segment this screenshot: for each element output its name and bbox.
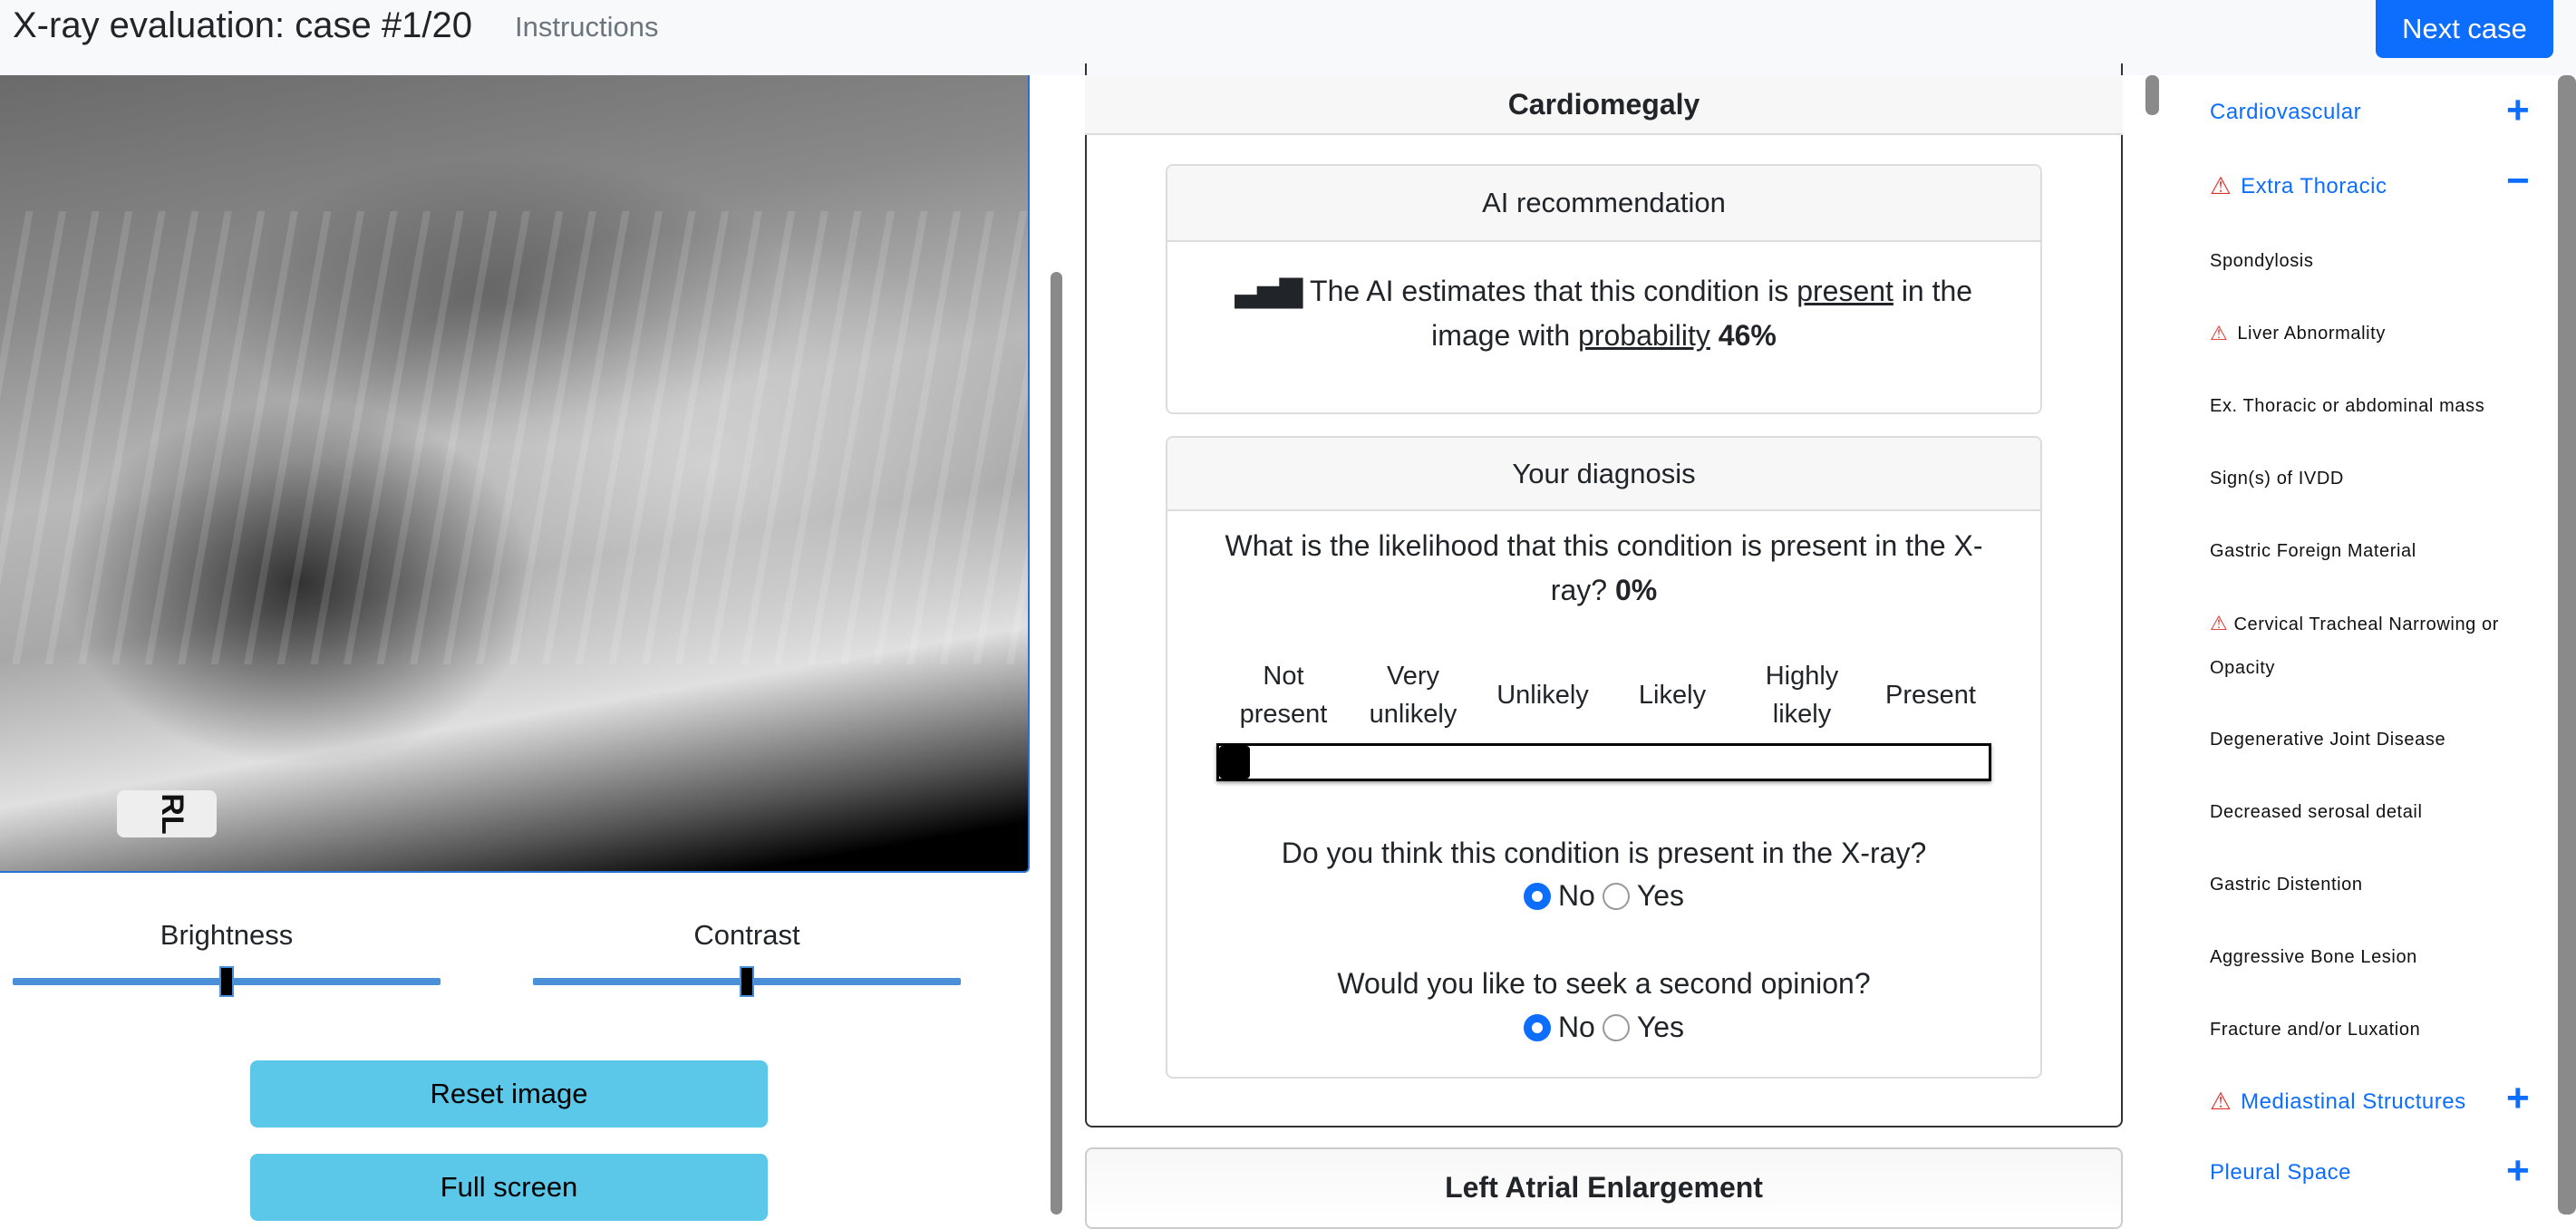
ai-recommendation-text: ▃▅▇ The AI estimates that this condition… [1235, 275, 1973, 352]
brightness-label: Brightness [160, 919, 294, 951]
xray-image[interactable]: RL [0, 75, 1030, 873]
category-pleural-space[interactable]: Pleural Space [2210, 1160, 2351, 1185]
scale-label: Very unlikely [1369, 662, 1457, 729]
warning-icon: ⚠ [2210, 1088, 2232, 1115]
sidebar-item[interactable]: Degenerative Joint Disease [2210, 718, 2445, 761]
contrast-slider[interactable] [533, 966, 961, 997]
likelihood-slider[interactable] [1216, 743, 1991, 781]
ai-probability: 46% [1718, 319, 1777, 352]
second-opinion-yes-radio[interactable] [1602, 1013, 1630, 1041]
warning-icon: ⚠ [2210, 612, 2229, 634]
sidebar-item[interactable]: Fracture and/or Luxation [2210, 1008, 2420, 1051]
ai-recommendation-header: AI recommendation [1167, 166, 2040, 242]
present-no-label[interactable]: No [1558, 879, 1595, 913]
expand-plus-icon[interactable]: + [2506, 1151, 2530, 1191]
probability-term[interactable]: probability [1578, 319, 1710, 352]
present-question: Do you think this condition is present i… [1281, 837, 1927, 869]
sidebar-item[interactable]: Spondylosis [2210, 239, 2313, 283]
sidebar-item[interactable]: Gastric Foreign Material [2210, 529, 2416, 573]
page-title: X-ray evaluation: case #1/20 [13, 5, 472, 45]
contrast-label: Contrast [693, 919, 800, 951]
scale-label: Not present [1239, 662, 1328, 729]
sidebar-item[interactable]: ⚠ Liver Abnormality [2210, 312, 2386, 355]
brightness-slider[interactable] [13, 966, 441, 997]
left-panel-scrollbar[interactable] [1051, 272, 1062, 1214]
xray-texture [0, 211, 1028, 664]
second-opinion-no-label[interactable]: No [1558, 1011, 1595, 1044]
category-label[interactable]: Cardiovascular [2210, 100, 2361, 125]
category-cardiovascular[interactable]: Cardiovascular [2210, 100, 2361, 125]
second-opinion-yes-label[interactable]: Yes [1637, 1011, 1684, 1044]
next-condition-title: Left Atrial Enlargement [1445, 1171, 1763, 1204]
condition-title: Cardiomegaly [1085, 75, 2123, 135]
scale-label: Highly likely [1765, 662, 1839, 729]
sidebar-item[interactable]: ⚠ Cervical Tracheal Narrowing or Opacity [2210, 602, 2518, 690]
sidebar-item[interactable]: Gastric Distention [2210, 863, 2363, 906]
scale-label: Unlikely [1496, 681, 1589, 710]
likelihood-value: 0% [1614, 574, 1658, 606]
scale-label: Present [1885, 681, 1976, 710]
likelihood-slider-handle[interactable] [1219, 746, 1250, 779]
chart-icon: ▃▅▇ [1235, 275, 1303, 307]
brightness-slider-thumb[interactable] [219, 966, 234, 997]
collapse-minus-icon[interactable]: − [2506, 161, 2530, 201]
present-term[interactable]: present [1796, 275, 1893, 307]
likelihood-question: What is the likelihood that this conditi… [1225, 529, 1983, 606]
present-yes-label[interactable]: Yes [1637, 879, 1684, 913]
present-no-radio[interactable] [1523, 882, 1551, 910]
expand-plus-icon[interactable]: + [2506, 91, 2530, 131]
sidebar-item[interactable]: Aggressive Bone Lesion [2210, 935, 2417, 979]
category-mediastinal-structures[interactable]: ⚠ Mediastinal Structures [2210, 1088, 2466, 1116]
scale-label: Likely [1638, 681, 1707, 710]
category-label[interactable]: Mediastinal Structures [2241, 1089, 2465, 1115]
category-label[interactable]: Pleural Space [2210, 1160, 2351, 1185]
sidebar-item[interactable]: Sign(s) of IVDD [2210, 457, 2344, 500]
expand-plus-icon[interactable]: + [2506, 1079, 2530, 1118]
contrast-slider-thumb[interactable] [740, 966, 754, 997]
next-case-button[interactable]: Next case [2376, 0, 2553, 58]
sidebar-item[interactable]: Ex. Thoracic or abdominal mass [2210, 384, 2484, 428]
next-condition-card[interactable]: Left Atrial Enlargement [1085, 1147, 2123, 1229]
category-label[interactable]: Extra Thoracic [2241, 174, 2387, 199]
xray-side-marker: RL [117, 790, 217, 837]
instructions-link[interactable]: Instructions [515, 11, 659, 44]
full-screen-button[interactable]: Full screen [250, 1154, 768, 1221]
your-diagnosis-header: Your diagnosis [1167, 438, 2040, 511]
page-scrollbar[interactable] [2558, 75, 2576, 1214]
reset-image-button[interactable]: Reset image [250, 1060, 768, 1127]
warning-icon: ⚠ [2210, 322, 2229, 344]
warning-icon: ⚠ [2210, 172, 2232, 199]
ai-recommendation-card: AI recommendation ▃▅▇ The AI estimates t… [1166, 164, 2042, 414]
category-extra-thoracic[interactable]: ⚠ Extra Thoracic [2210, 172, 2387, 200]
sidebar-item[interactable]: Decreased serosal detail [2210, 790, 2423, 834]
second-opinion-question: Would you like to seek a second opinion? [1337, 967, 1871, 1000]
sidebar-scrollbar-left[interactable] [2145, 75, 2159, 115]
present-yes-radio[interactable] [1602, 882, 1630, 910]
second-opinion-no-radio[interactable] [1523, 1013, 1551, 1041]
